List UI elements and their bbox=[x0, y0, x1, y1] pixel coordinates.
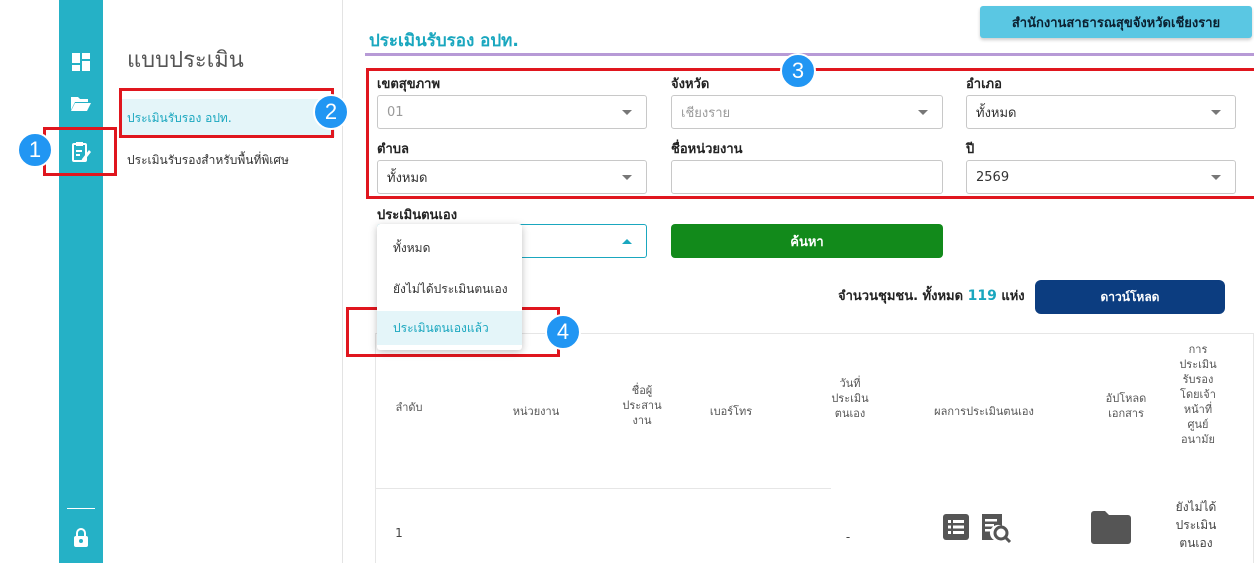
table-header-upload: อัปโหลดเอกสาร bbox=[1105, 392, 1147, 420]
dropdown-option-all[interactable]: ทั้งหมด bbox=[377, 231, 522, 265]
annotation-marker-3: 3 bbox=[780, 53, 816, 89]
self-assess-dropdown-menu: ทั้งหมด ยังไม่ได้ประเมินตนเอง ประเมินตนเ… bbox=[377, 224, 522, 350]
annotation-box-3 bbox=[366, 68, 1254, 199]
row-separator bbox=[376, 488, 831, 489]
community-count: จำนวนชุมชน. ทั้งหมด 119 แห่ง bbox=[838, 285, 1025, 306]
row-official-status: ยังไม่ได้ประเมินตนเอง bbox=[1175, 500, 1217, 550]
annotation-box-1 bbox=[43, 127, 117, 176]
submenu-item-special-area-assessment[interactable]: ประเมินรับรองสำหรับพื้นที่พิเศษ bbox=[121, 150, 335, 170]
page-title: ประเมินรับรอง อปท. bbox=[369, 31, 519, 51]
folder-open-icon[interactable] bbox=[69, 91, 93, 115]
icon-rail bbox=[0, 0, 103, 563]
dropdown-option-assessed[interactable]: ประเมินตนเองแล้ว bbox=[377, 311, 522, 345]
table-header-self-assess-result: ผลการประเมินตนเอง bbox=[934, 405, 1034, 418]
annotation-marker-2: 2 bbox=[313, 94, 349, 130]
annotation-box-2 bbox=[119, 88, 334, 138]
folder-icon[interactable] bbox=[1091, 510, 1131, 548]
self-assess-label: ประเมินตนเอง bbox=[377, 208, 458, 223]
table-header-official-assessment: การประเมินรับรองโดยเจ้าหน้าที่ศูนย์อนามั… bbox=[1179, 343, 1217, 446]
rail-divider bbox=[67, 508, 95, 509]
count-suffix: แห่ง bbox=[1001, 289, 1025, 304]
logout-lock-icon[interactable] bbox=[69, 526, 93, 550]
count-number: 119 bbox=[967, 288, 997, 304]
dropdown-option-not-assessed[interactable]: ยังไม่ได้ประเมินตนเอง bbox=[377, 272, 522, 306]
download-button[interactable]: ดาวน์โหลด bbox=[1035, 280, 1225, 314]
app-page: แบบประเมิน ประเมินรับรอง อปท. ประเมินรับ… bbox=[0, 0, 1254, 563]
title-underline bbox=[365, 53, 1254, 56]
submenu-title: แบบประเมิน bbox=[127, 48, 244, 73]
row-index: 1 bbox=[395, 526, 403, 540]
results-table: ลำดับ หน่วยงาน ชื่อผู้ประสานงาน เบอร์โทร… bbox=[375, 333, 1254, 563]
table-header-unit: หน่วยงาน bbox=[512, 405, 560, 418]
table-header-self-assess-date: วันที่ประเมินตนเอง bbox=[831, 377, 869, 420]
count-prefix: จำนวนชุมชน. ทั้งหมด bbox=[838, 289, 964, 304]
row-self-assess-date: - bbox=[845, 530, 851, 544]
chevron-up-icon bbox=[622, 239, 632, 244]
search-button[interactable]: ค้นหา bbox=[671, 224, 943, 258]
annotation-marker-1: 1 bbox=[17, 132, 53, 168]
document-search-icon[interactable] bbox=[980, 512, 1012, 548]
icon-rail-bar bbox=[59, 0, 103, 563]
dashboard-icon[interactable] bbox=[69, 50, 93, 74]
table-header-index: ลำดับ bbox=[395, 401, 423, 414]
table-header-coordinator: ชื่อผู้ประสานงาน bbox=[622, 384, 662, 427]
table-header-phone: เบอร์โทร bbox=[709, 405, 753, 418]
org-badge[interactable]: สำนักงานสาธารณสุขจังหวัดเชียงราย bbox=[980, 6, 1252, 38]
annotation-marker-4: 4 bbox=[545, 314, 581, 350]
list-detail-icon[interactable] bbox=[943, 514, 969, 544]
submenu-panel: แบบประเมิน ประเมินรับรอง อปท. ประเมินรับ… bbox=[103, 0, 343, 563]
